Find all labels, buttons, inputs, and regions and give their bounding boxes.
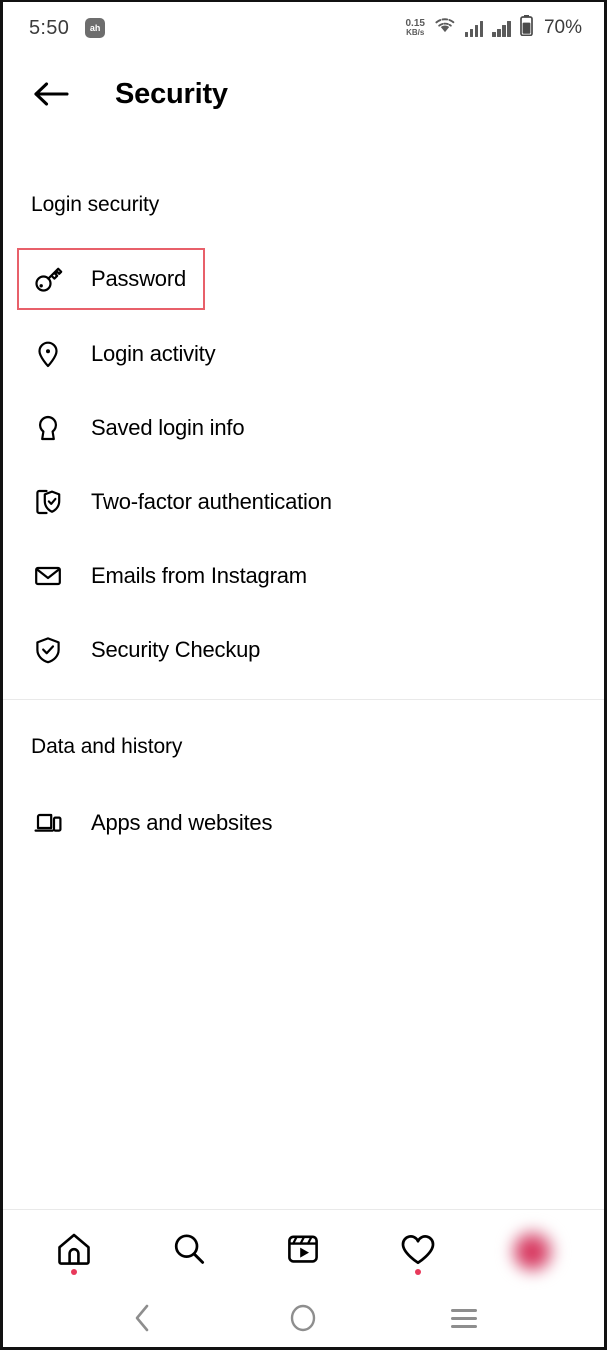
home-badge-dot: [71, 1269, 78, 1275]
section-title-login-security: Login security: [31, 193, 160, 216]
menu-item-label: Apps and websites: [91, 810, 273, 835]
laptop-phone-icon: [31, 806, 65, 840]
status-bar-right: 0.15 KB/s 70%: [406, 15, 582, 41]
hamburger-icon[interactable]: [436, 1298, 492, 1338]
menu-item-label: Security Checkup: [91, 637, 261, 662]
menu-item-label: Emails from Instagram: [91, 563, 307, 588]
signal-bars-icon-2: [492, 20, 511, 37]
menu-item-emails-from-instagram[interactable]: Emails from Instagram: [31, 553, 307, 599]
phone-shield-check-icon: [31, 485, 65, 519]
keyhole-icon: [31, 411, 65, 445]
status-bar-clock: 5:50: [29, 16, 70, 39]
menu-item-apps-and-websites[interactable]: Apps and websites: [31, 800, 272, 846]
home-icon: [54, 1229, 94, 1274]
phone-screen: 5:50 ah 0.15 KB/s 70% Security Login sec…: [0, 0, 607, 1350]
menu-item-login-activity[interactable]: Login activity: [31, 331, 216, 377]
menu-item-label: Two-factor authentication: [91, 489, 332, 514]
nav-item-profile[interactable]: [496, 1221, 570, 1281]
battery-percentage: 70%: [543, 17, 582, 38]
wifi-icon: [434, 17, 456, 39]
chevron-left-icon[interactable]: [115, 1298, 171, 1338]
menu-item-label: Saved login info: [91, 415, 245, 440]
activity-badge-dot: [415, 1269, 422, 1275]
avatar: [509, 1228, 556, 1274]
menu-item-password[interactable]: Password: [31, 256, 186, 302]
back-arrow-icon[interactable]: [31, 74, 71, 114]
nav-item-search[interactable]: [152, 1221, 226, 1281]
nav-item-home[interactable]: [37, 1221, 111, 1281]
system-navigation-bar: [3, 1289, 604, 1347]
menu-item-saved-login-info[interactable]: Saved login info: [31, 405, 245, 451]
network-speed-unit: KB/s: [406, 28, 425, 38]
bottom-navigation-bar: [3, 1210, 604, 1292]
page-title: Security: [115, 77, 228, 110]
battery-icon: [520, 15, 533, 41]
menu-item-security-checkup[interactable]: Security Checkup: [31, 627, 260, 673]
envelope-icon: [31, 559, 65, 593]
section-divider: [3, 699, 604, 700]
status-bar-left: 5:50 ah: [29, 16, 106, 40]
circle-icon[interactable]: [275, 1298, 331, 1338]
section-title-data-and-history: Data and history: [31, 735, 183, 758]
reels-icon: [283, 1229, 323, 1274]
search-icon: [169, 1229, 209, 1274]
menu-item-label: Login activity: [91, 341, 216, 366]
key-icon: [31, 262, 65, 296]
page-header: Security: [3, 54, 604, 134]
nav-item-activity[interactable]: [381, 1221, 455, 1281]
heart-icon: [398, 1229, 438, 1274]
status-bar: 5:50 ah 0.15 KB/s 70%: [3, 2, 604, 54]
nav-item-reels[interactable]: [266, 1221, 340, 1281]
notification-app-icon: ah: [85, 18, 106, 38]
menu-item-two-factor-authentication[interactable]: Two-factor authentication: [31, 479, 332, 525]
shield-check-icon: [31, 633, 65, 667]
location-pin-icon: [31, 337, 65, 371]
menu-item-label: Password: [91, 266, 186, 291]
signal-bars-icon-1: [464, 20, 484, 37]
network-speed-indicator: 0.15 KB/s: [406, 18, 425, 38]
